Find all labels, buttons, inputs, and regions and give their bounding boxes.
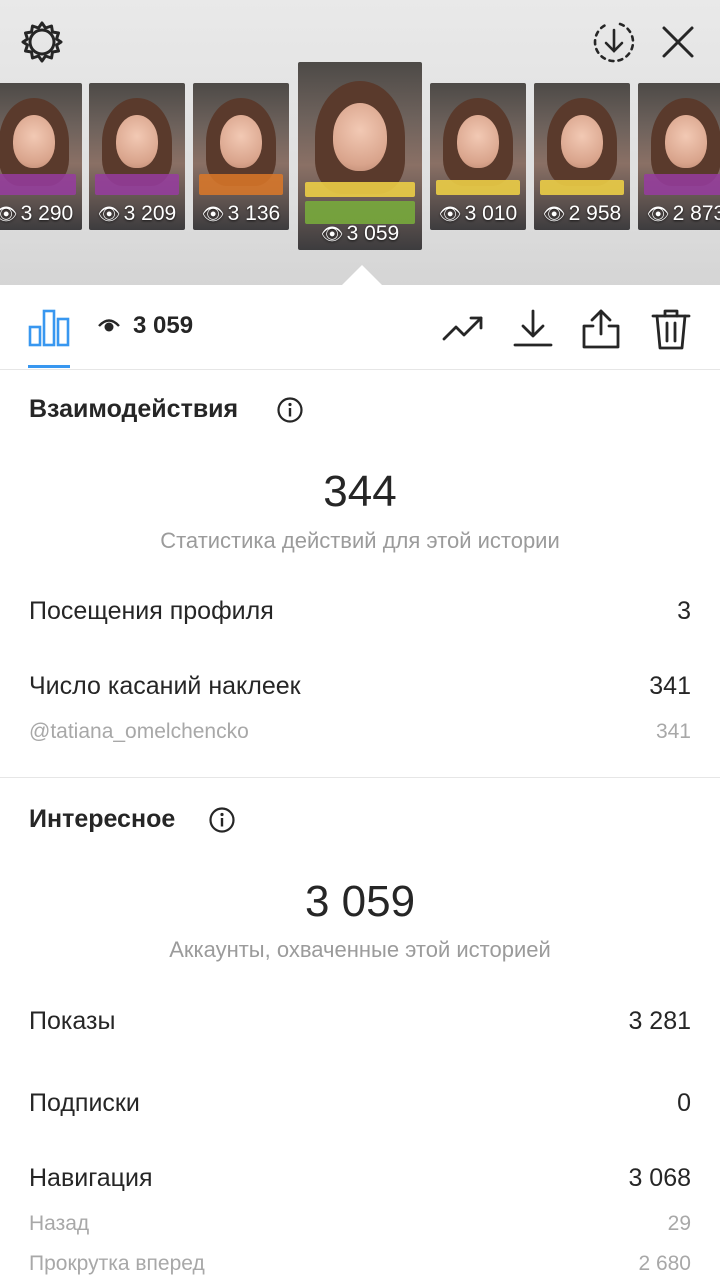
story-views: 👁 2 873 bbox=[646, 202, 720, 225]
stat-label: Подписки bbox=[29, 1089, 140, 1117]
stat-label: Посещения профиля bbox=[29, 597, 274, 625]
story-thumbnail[interactable]: 👁 3 290 bbox=[0, 83, 82, 230]
story-thumbnail[interactable]: 👁 3 209 bbox=[89, 83, 185, 230]
gear-icon[interactable] bbox=[20, 20, 64, 64]
download-circle-icon[interactable] bbox=[590, 18, 638, 66]
selection-pointer bbox=[342, 265, 382, 285]
story-thumbnail[interactable]: 👁 3 136 bbox=[193, 83, 289, 230]
stat-value: 29 bbox=[667, 1212, 691, 1235]
eye-icon bbox=[98, 319, 120, 332]
bar-chart-icon[interactable] bbox=[28, 307, 70, 347]
stat-value: 341 bbox=[649, 672, 691, 700]
story-thumbnail[interactable]: 👁 3 010 bbox=[430, 83, 526, 230]
interactions-subtitle: Статистика действий для этой истории bbox=[160, 528, 560, 553]
close-icon[interactable] bbox=[656, 20, 700, 64]
section-divider bbox=[0, 777, 720, 778]
story-thumbnail[interactable]: 👁 2 958 bbox=[534, 83, 630, 230]
views-count: 3 059 bbox=[133, 312, 194, 339]
stat-label: Показы bbox=[29, 1007, 116, 1035]
story-views: 👁 2 958 bbox=[542, 202, 622, 225]
story-views: 👁 3 059 bbox=[320, 222, 400, 245]
stat-label: Навигация bbox=[29, 1164, 153, 1192]
stat-label: @tatiana_omelchencko bbox=[29, 720, 249, 743]
stat-value: 341 bbox=[655, 720, 691, 743]
trending-icon[interactable] bbox=[441, 307, 485, 351]
story-thumbnail-selected[interactable]: 👁 3 059 bbox=[298, 62, 422, 250]
download-icon[interactable] bbox=[511, 307, 555, 351]
story-views: 👁 3 010 bbox=[438, 202, 518, 225]
stat-label: Число касаний наклеек bbox=[29, 672, 301, 700]
stat-value: 2 680 bbox=[638, 1252, 691, 1275]
discovery-subtitle: Аккаунты, охваченные этой историей bbox=[169, 937, 551, 962]
discovery-title: Интересное bbox=[29, 805, 176, 833]
interactions-total: 344 bbox=[323, 467, 397, 516]
story-views: 👁 3 290 bbox=[0, 202, 74, 225]
stat-value: 3 068 bbox=[628, 1164, 691, 1192]
stat-label: Назад bbox=[29, 1212, 90, 1235]
trash-icon[interactable] bbox=[649, 307, 693, 351]
discovery-total: 3 059 bbox=[304, 877, 416, 926]
stat-value: 0 bbox=[677, 1089, 691, 1117]
info-icon[interactable] bbox=[209, 807, 235, 833]
stat-value: 3 281 bbox=[628, 1007, 691, 1035]
story-views: 👁 3 209 bbox=[97, 202, 177, 225]
story-views: 👁 3 136 bbox=[201, 202, 281, 225]
stat-label: Прокрутка вперед bbox=[29, 1252, 205, 1275]
insights-toolbar: 3 059 bbox=[0, 285, 720, 370]
interactions-title: Взаимодействия bbox=[29, 395, 239, 423]
stat-value: 3 bbox=[677, 597, 691, 625]
stories-strip: 👁 3 290 👁 3 209 👁 3 136 👁 3 059 👁 3 010 👁 2 95… bbox=[0, 0, 720, 285]
story-thumbnail[interactable]: 👁 2 873 bbox=[638, 83, 720, 230]
share-icon[interactable] bbox=[579, 307, 623, 351]
info-icon[interactable] bbox=[277, 397, 303, 423]
active-tab-indicator bbox=[28, 365, 70, 368]
